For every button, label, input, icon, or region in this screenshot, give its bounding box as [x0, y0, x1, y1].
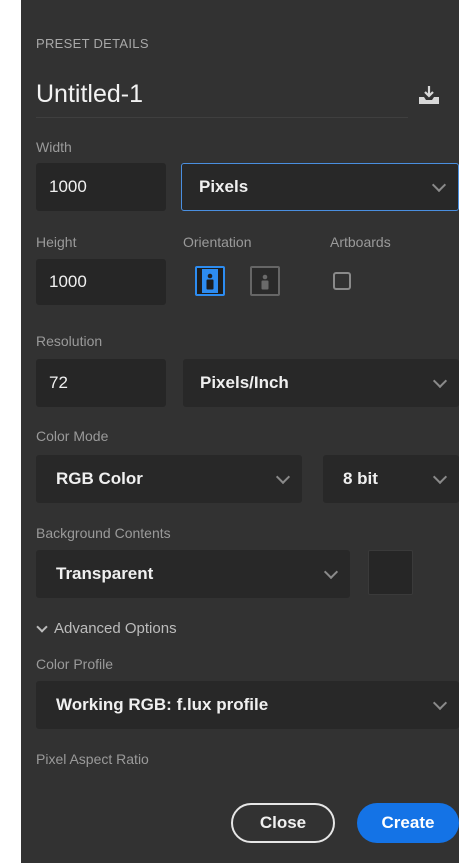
document-name-field[interactable]: Untitled-1 — [36, 80, 143, 109]
color-profile-select[interactable]: Working RGB: f.lux profile — [36, 681, 459, 729]
orientation-label: Orientation — [183, 234, 252, 250]
landscape-orientation-button[interactable] — [250, 266, 280, 296]
chevron-down-icon — [432, 469, 448, 485]
landscape-orientation-icon — [261, 274, 269, 290]
create-button[interactable]: Create — [357, 803, 459, 843]
background-color-swatch[interactable] — [368, 550, 413, 595]
color-profile-value: Working RGB: f.lux profile — [56, 695, 269, 714]
resolution-value: 72 — [49, 373, 68, 392]
resolution-label: Resolution — [36, 333, 103, 349]
bit-depth-select[interactable]: 8 bit — [323, 455, 459, 503]
resolution-input[interactable]: 72 — [36, 359, 166, 407]
height-label: Height — [36, 234, 77, 250]
resolution-unit-select[interactable]: Pixels/Inch — [183, 359, 459, 407]
resolution-unit-value: Pixels/Inch — [200, 373, 289, 392]
portrait-orientation-icon — [202, 269, 218, 293]
width-label: Width — [36, 139, 72, 155]
bit-depth-value: 8 bit — [343, 469, 378, 488]
save-preset-icon[interactable] — [417, 83, 441, 107]
height-input[interactable]: 1000 — [36, 259, 166, 305]
chevron-down-icon — [323, 564, 339, 580]
width-value: 1000 — [49, 177, 87, 196]
advanced-options-label: Advanced Options — [54, 620, 177, 637]
color-mode-value: RGB Color — [56, 469, 143, 488]
width-unit-value: Pixels — [199, 177, 249, 196]
color-profile-label: Color Profile — [36, 656, 114, 672]
pixel-aspect-ratio-label: Pixel Aspect Ratio — [36, 751, 149, 767]
portrait-orientation-button[interactable] — [195, 266, 225, 296]
document-name-underline — [36, 117, 408, 118]
advanced-options-toggle[interactable]: Advanced Options — [36, 620, 177, 637]
background-contents-value: Transparent — [56, 564, 154, 583]
new-document-preset-panel: PRESET DETAILS Untitled-1 Width 1000 Pix… — [21, 0, 459, 863]
chevron-down-icon — [431, 177, 447, 193]
artboards-checkbox[interactable] — [333, 272, 351, 290]
artboards-label: Artboards — [330, 234, 391, 250]
preset-details-title: PRESET DETAILS — [36, 36, 149, 51]
background-contents-label: Background Contents — [36, 525, 171, 541]
color-mode-select[interactable]: RGB Color — [36, 455, 302, 503]
color-mode-label: Color Mode — [36, 428, 109, 444]
chevron-down-icon — [275, 469, 291, 485]
height-value: 1000 — [49, 272, 87, 291]
width-input[interactable]: 1000 — [36, 163, 166, 211]
width-unit-select[interactable]: Pixels — [181, 163, 459, 211]
chevron-down-icon — [432, 373, 448, 389]
chevron-down-icon — [36, 620, 48, 633]
close-button[interactable]: Close — [231, 803, 335, 843]
background-contents-select[interactable]: Transparent — [36, 550, 350, 598]
chevron-down-icon — [432, 695, 448, 711]
